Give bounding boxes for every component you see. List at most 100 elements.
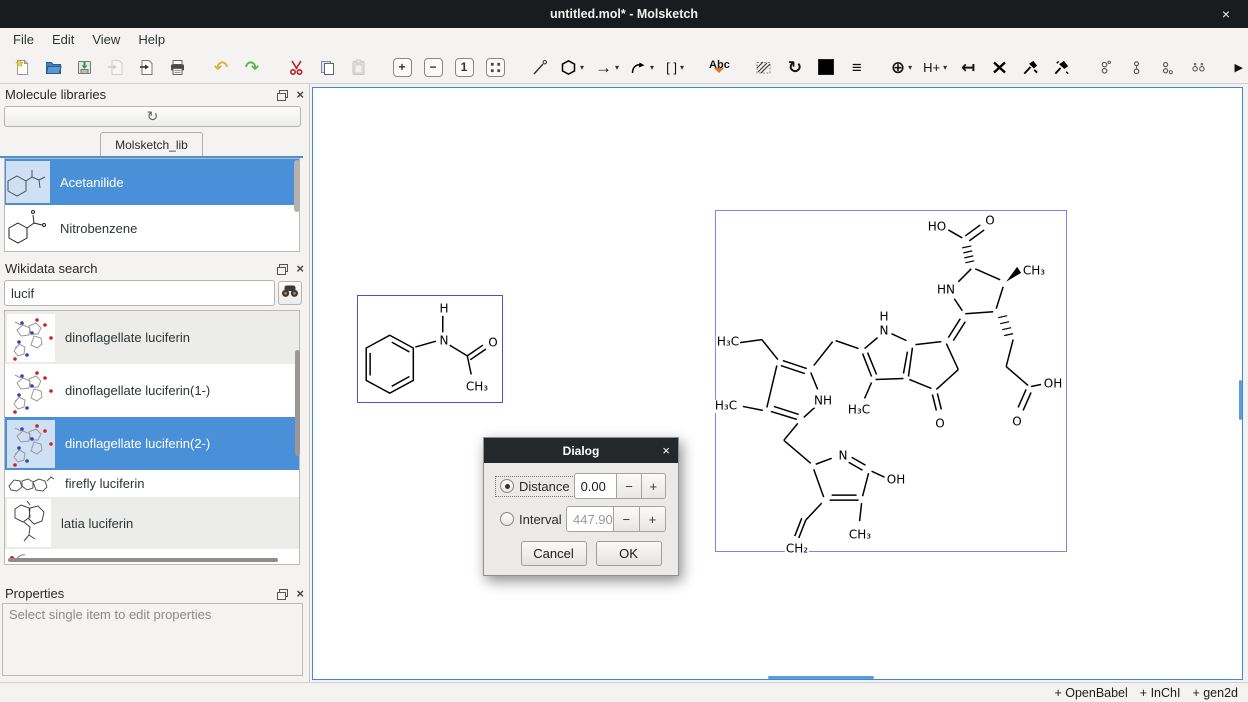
fragment-3-button[interactable] [1155, 54, 1179, 80]
import-button[interactable] [103, 54, 127, 80]
library-refresh-button[interactable]: ↻ [4, 106, 301, 127]
menu-help[interactable]: Help [129, 30, 174, 49]
wikidata-dock-title: Wikidata search [5, 261, 97, 276]
mechanism-tool-1-button[interactable] [1018, 54, 1042, 80]
list-item-dinoflagellate-luciferin-2-[interactable]: dinoflagellate luciferin(2-) [5, 417, 299, 470]
atom-label: OH [886, 474, 906, 487]
drawing-canvas[interactable]: HNOCH₃ [312, 87, 1243, 680]
list-item-acetanilide[interactable]: Acetanilide [5, 159, 299, 205]
print-button[interactable] [165, 54, 189, 80]
interval-radio[interactable]: Interval [496, 510, 566, 529]
export-button[interactable] [134, 54, 158, 80]
zoom-out-button[interactable]: − [421, 54, 445, 80]
wikidata-close-icon[interactable]: × [296, 262, 304, 275]
list-item-dinoflagellate-luciferin-1-[interactable]: dinoflagellate luciferin(1-) [5, 364, 299, 417]
status-toggle[interactable]: + InChI [1140, 686, 1181, 700]
distance-increment-button[interactable]: + [641, 474, 665, 498]
acetanilide-molecule[interactable]: HNOCH₃ [358, 296, 502, 402]
canvas-horizontal-scroll-indicator[interactable] [768, 676, 874, 679]
mechanism-tool-1-icon [1022, 59, 1039, 76]
window-close-button[interactable]: × [1214, 0, 1238, 28]
ring-button[interactable]: ▾ [558, 54, 586, 80]
reaction-arrow-button[interactable]: →▾ [593, 54, 621, 80]
interval-spinbox[interactable]: 447.90 − + [566, 506, 666, 532]
hydrogen-button[interactable]: H+▾ [921, 54, 949, 80]
canvas-vertical-scroll-indicator[interactable] [1239, 380, 1242, 420]
library-float-icon[interactable] [277, 90, 287, 99]
save-button[interactable] [72, 54, 96, 80]
luciferin-molecule[interactable]: HOOCH₃HNHNH₃CH₃CNHH₃COOHONOHCH₃CH₂ [716, 211, 1066, 551]
tab-molsketch-lib[interactable]: Molsketch_lib [100, 132, 203, 156]
menu-edit[interactable]: Edit [43, 30, 83, 49]
wikidata-horizontal-scrollbar[interactable] [8, 558, 278, 562]
brackets-button[interactable]: [ ]▾ [663, 54, 687, 80]
status-toggle[interactable]: + OpenBabel [1054, 686, 1127, 700]
list-item-dinoflagellate-luciferin[interactable]: dinoflagellate luciferin [5, 311, 299, 364]
brackets-dropdown-arrow[interactable]: ▾ [680, 63, 684, 72]
toolbar-overflow-button[interactable]: ▶ [1235, 51, 1243, 84]
library-list: Acetanilide Nitrobenzene [4, 158, 300, 252]
wikidata-vertical-scrollbar[interactable] [295, 350, 300, 456]
fragment-4-icon [1190, 59, 1207, 76]
copy-button[interactable] [315, 54, 339, 80]
acetanilide-selection-box[interactable]: HNOCH₃ [357, 295, 503, 403]
distance-decrement-button[interactable]: − [616, 474, 640, 498]
window-titlebar[interactable]: untitled.mol* - Molsketch × [0, 0, 1248, 28]
arrow-bar-left-button[interactable]: ↤ [956, 54, 980, 80]
fragment-4-button[interactable] [1186, 54, 1210, 80]
interval-increment-button[interactable]: + [639, 507, 665, 531]
charge-dropdown-arrow[interactable]: ▾ [908, 63, 912, 72]
menu-file[interactable]: File [4, 30, 43, 49]
interval-decrement-button[interactable]: − [613, 507, 639, 531]
fragment-2-button[interactable] [1124, 54, 1148, 80]
list-item-label: Acetanilide [60, 175, 124, 190]
zoom-in-button[interactable]: + [390, 54, 414, 80]
draw-bond-button[interactable] [527, 54, 551, 80]
color-button[interactable] [814, 54, 838, 80]
mechanism-tool-2-button[interactable] [1049, 54, 1073, 80]
list-item-nitrobenzene[interactable]: Nitrobenzene [5, 205, 299, 251]
text-button[interactable]: Abc [707, 54, 732, 80]
paste-button[interactable] [346, 54, 370, 80]
distance-value[interactable]: 0.00 [575, 474, 617, 498]
reaction-arrow-dropdown-arrow[interactable]: ▾ [615, 63, 619, 72]
wikidata-float-icon[interactable] [277, 264, 287, 273]
distance-radio[interactable]: Distance [496, 477, 574, 496]
zoom-fit-button[interactable] [483, 54, 507, 80]
list-item-latia-luciferin[interactable]: latia luciferin [5, 497, 299, 549]
library-close-icon[interactable]: × [296, 88, 304, 101]
dialog-close-button[interactable]: × [662, 438, 670, 463]
interval-radio-circle[interactable] [500, 512, 514, 526]
new-button[interactable] [10, 54, 34, 80]
redo-button[interactable]: ↷ [240, 54, 264, 80]
delete-button[interactable] [987, 54, 1011, 80]
dialog-titlebar[interactable]: Dialog × [484, 438, 678, 463]
open-button[interactable] [41, 54, 65, 80]
luciferin-selection-box[interactable]: HOOCH₃HNHNH₃CH₃CNHH₃COOHONOHCH₃CH₂ [715, 210, 1067, 552]
wikidata-search-button[interactable] [278, 281, 302, 305]
charge-button[interactable]: ⊕▾ [889, 54, 914, 80]
status-bar: + OpenBabel + InChI + gen2d [0, 682, 1248, 702]
undo-button[interactable]: ↶ [209, 54, 233, 80]
properties-close-icon[interactable]: × [296, 587, 304, 600]
selection-button[interactable] [752, 54, 776, 80]
mechanism-arrow-dropdown-arrow[interactable]: ▾ [650, 63, 654, 72]
library-list-scrollbar[interactable] [294, 160, 300, 212]
cancel-button[interactable]: Cancel [521, 541, 587, 566]
rotate-button[interactable]: ↻ [783, 54, 807, 80]
mechanism-arrow-button[interactable]: ▾ [628, 54, 656, 80]
ring-dropdown-arrow[interactable]: ▾ [580, 63, 584, 72]
fragment-1-button[interactable] [1093, 54, 1117, 80]
cut-button[interactable] [284, 54, 308, 80]
wikidata-search-input[interactable] [4, 280, 275, 306]
status-toggle[interactable]: + gen2d [1192, 686, 1238, 700]
ok-button[interactable]: OK [596, 541, 662, 566]
zoom-original-button[interactable]: 1 [452, 54, 476, 80]
list-item-firefly-luciferin[interactable]: firefly luciferin [5, 470, 299, 497]
properties-float-icon[interactable] [277, 589, 287, 598]
line-width-button[interactable]: ≡ [845, 54, 869, 80]
distance-radio-circle[interactable] [500, 479, 514, 493]
hydrogen-dropdown-arrow[interactable]: ▾ [943, 63, 947, 72]
menu-view[interactable]: View [83, 30, 129, 49]
distance-spinbox[interactable]: 0.00 − + [574, 473, 666, 499]
